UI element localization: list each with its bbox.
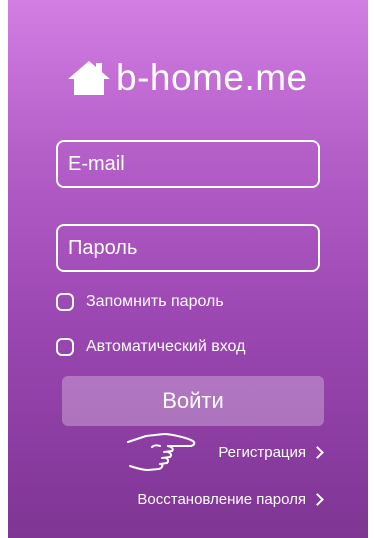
remember-password-label: Запомнить пароль bbox=[86, 293, 224, 310]
login-button[interactable]: Войти bbox=[62, 376, 324, 426]
register-link-label: Регистрация bbox=[218, 444, 306, 461]
chevron-right-icon bbox=[311, 493, 324, 506]
email-field[interactable]: E-mail bbox=[56, 140, 320, 188]
login-button-label: Войти bbox=[162, 388, 224, 413]
register-link[interactable]: Регистрация bbox=[218, 444, 324, 461]
app-logo: b-home.me bbox=[66, 56, 308, 100]
recover-password-label: Восстановление пароля bbox=[137, 491, 306, 508]
auto-login-label: Автоматический вход bbox=[86, 338, 246, 355]
remember-password-row[interactable]: Запомнить пароль bbox=[56, 293, 224, 311]
auto-login-row[interactable]: Автоматический вход bbox=[56, 338, 245, 356]
email-placeholder: E-mail bbox=[68, 152, 125, 175]
remember-password-checkbox[interactable] bbox=[56, 293, 74, 311]
password-placeholder: Пароль bbox=[68, 236, 138, 259]
pointing-hand-icon bbox=[127, 433, 196, 471]
brand-name: b-home.me bbox=[116, 57, 308, 98]
login-screen: b-home.me E-mail Пароль Запомнить пароль… bbox=[8, 0, 368, 538]
auto-login-checkbox[interactable] bbox=[56, 338, 74, 356]
password-field[interactable]: Пароль bbox=[56, 224, 320, 272]
recover-password-link[interactable]: Восстановление пароля bbox=[137, 491, 324, 508]
chevron-right-icon bbox=[311, 446, 324, 459]
house-icon bbox=[68, 61, 110, 95]
